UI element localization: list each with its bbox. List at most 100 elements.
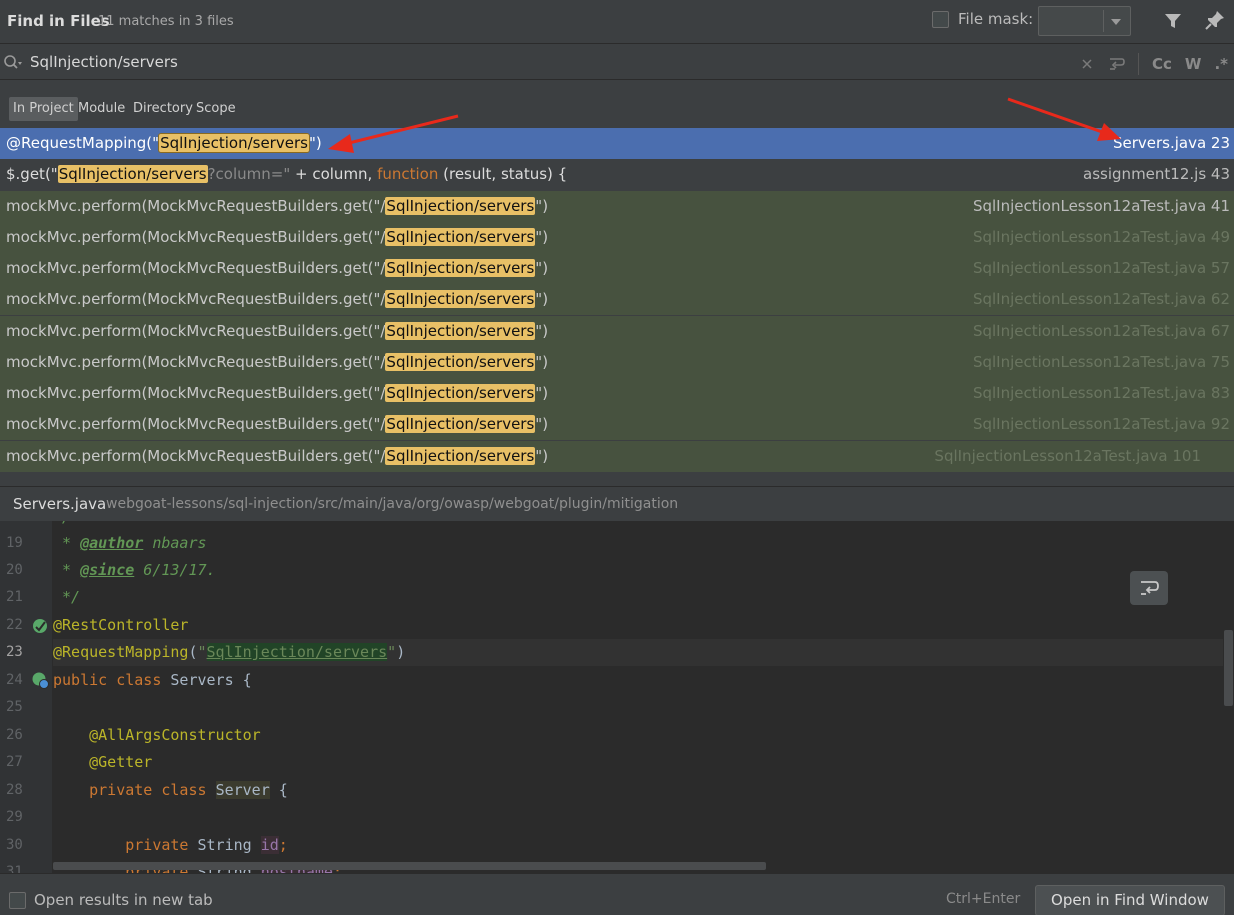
code-suffix: ") [535, 228, 549, 246]
result-file: SqlInjectionLesson12aTest.java 101 [934, 447, 1201, 465]
code-suffix: ") [535, 259, 549, 277]
regex-toggle[interactable]: .* [1214, 55, 1228, 73]
code-keyword: public class [53, 671, 171, 689]
match-highlight: SqlInjection/servers [385, 415, 536, 433]
line-number: 21 [6, 589, 23, 605]
code-line: * @author nbaars [53, 530, 1223, 557]
match-case-toggle[interactable]: Cc [1152, 55, 1172, 73]
code-prefix: mockMvc.perform(MockMvcRequestBuilders.g… [6, 384, 386, 402]
match-highlight: SqlInjection/servers [385, 228, 536, 246]
result-file: SqlInjectionLesson12aTest.java 57 [972, 259, 1230, 277]
doc-tag: @since [80, 561, 135, 579]
search-bar: SqlInjection/servers Cc W .* [0, 45, 1234, 80]
result-file: SqlInjectionLesson12aTest.java 49 [972, 228, 1230, 246]
chevron-down-icon[interactable] [1111, 19, 1121, 25]
code-suffix: ") [535, 290, 549, 308]
search-icon[interactable] [3, 54, 23, 72]
code-prefix: $.get(" [6, 165, 58, 183]
tab-scope[interactable]: Scope [196, 97, 236, 121]
horizontal-scrollbar[interactable] [53, 862, 766, 870]
result-row[interactable]: mockMvc.perform(MockMvcRequestBuilders.g… [0, 316, 1234, 347]
code-prefix: mockMvc.perform(MockMvcRequestBuilders.g… [6, 353, 386, 371]
line-number: 24 [6, 672, 23, 688]
code-line: @Getter [53, 749, 1223, 776]
scope-tabs: In Project Module Directory Scope [0, 81, 1234, 128]
soft-wrap-button[interactable] [1130, 571, 1168, 605]
tab-module[interactable]: Module [78, 97, 125, 121]
annotation: @AllArgsConstructor [53, 726, 261, 744]
code-preview[interactable]: 18 */ 19 * @author nbaars 20 * @since 6/… [0, 521, 1234, 873]
type-name: String [197, 836, 261, 854]
code-suffix: ") [308, 134, 322, 152]
toolbar-separator [1138, 53, 1139, 75]
field-name: id [260, 836, 279, 854]
open-in-find-window-button[interactable]: Open in Find Window [1035, 885, 1225, 915]
result-code: mockMvc.perform(MockMvcRequestBuilders.g… [6, 347, 548, 378]
code-string: " [387, 643, 397, 661]
code-line: @AllArgsConstructor [53, 722, 1223, 749]
code-prefix: mockMvc.perform(MockMvcRequestBuilders.g… [6, 322, 386, 340]
code-keyword: function [377, 165, 439, 183]
code-keyword: private class [53, 781, 216, 799]
code-line: private class Server { [53, 777, 1223, 804]
preview-file-path: webgoat-lessons/sql-injection/src/main/j… [106, 496, 679, 512]
result-row[interactable]: mockMvc.perform(MockMvcRequestBuilders.g… [0, 409, 1234, 440]
result-row[interactable]: mockMvc.perform(MockMvcRequestBuilders.g… [0, 347, 1234, 378]
result-row[interactable]: $.get("SqlInjection/servers?column=" + c… [0, 159, 1234, 190]
code-punct: ; [278, 836, 288, 854]
clear-icon[interactable] [1080, 57, 1094, 71]
open-new-tab-label[interactable]: Open results in new tab [34, 891, 213, 909]
multiline-icon[interactable] [1108, 56, 1126, 72]
result-file: SqlInjectionLesson12aTest.java 67 [972, 322, 1230, 340]
file-mask-toggle[interactable]: File mask: [932, 10, 1033, 28]
code-prefix: mockMvc.perform(MockMvcRequestBuilders.g… [6, 197, 386, 215]
code-punct: ) [396, 643, 406, 661]
tab-directory[interactable]: Directory [133, 97, 193, 121]
filter-icon[interactable] [1164, 12, 1182, 30]
result-row[interactable]: mockMvc.perform(MockMvcRequestBuilders.g… [0, 378, 1234, 409]
match-highlight: SqlInjection/servers [385, 353, 536, 371]
result-file: SqlInjectionLesson12aTest.java 75 [972, 353, 1230, 371]
soft-wrap-icon [1141, 581, 1159, 595]
shortcut-hint: Ctrl+Enter [946, 891, 1021, 907]
doc-comment: */ [53, 588, 81, 606]
file-mask-checkbox[interactable] [932, 10, 949, 28]
code-line: @RestController [53, 612, 1223, 639]
url-reference[interactable]: SqlInjection/servers [206, 643, 388, 661]
open-new-tab-checkbox[interactable] [9, 892, 26, 909]
code-prefix: mockMvc.perform(MockMvcRequestBuilders.g… [6, 259, 386, 277]
line-number: 31 [6, 864, 23, 873]
file-mask-label: File mask: [958, 10, 1034, 28]
spring-bean-icon[interactable] [31, 617, 50, 636]
result-row[interactable]: @RequestMapping("SqlInjection/servers") … [0, 128, 1234, 159]
whole-words-toggle[interactable]: W [1185, 55, 1202, 73]
pin-icon[interactable] [1204, 9, 1226, 31]
result-code: @RequestMapping("SqlInjection/servers") [6, 128, 322, 159]
doc-comment: * [53, 561, 81, 579]
results-list: @RequestMapping("SqlInjection/servers") … [0, 128, 1234, 486]
result-file: assignment12.js 43 [1083, 165, 1230, 183]
result-file: SqlInjectionLesson12aTest.java 92 [972, 415, 1230, 433]
search-input[interactable]: SqlInjection/servers [30, 53, 178, 71]
result-row[interactable]: mockMvc.perform(MockMvcRequestBuilders.g… [0, 253, 1234, 284]
code-string: ?column=" [207, 165, 291, 183]
match-highlight: SqlInjection/servers [385, 384, 536, 402]
tab-in-project[interactable]: In Project [9, 97, 78, 121]
preview-file-name: Servers.java [13, 495, 107, 513]
result-row[interactable]: mockMvc.perform(MockMvcRequestBuilders.g… [0, 191, 1234, 222]
result-row[interactable]: mockMvc.perform(MockMvcRequestBuilders.g… [0, 222, 1234, 253]
annotation: @Getter [53, 753, 153, 771]
code-suffix: ") [535, 197, 549, 215]
result-row[interactable]: mockMvc.perform(MockMvcRequestBuilders.g… [0, 441, 1234, 472]
code-plain: + column, [290, 165, 378, 183]
result-row[interactable]: mockMvc.perform(MockMvcRequestBuilders.g… [0, 284, 1234, 315]
code-suffix: ") [535, 384, 549, 402]
line-number: 19 [6, 535, 23, 551]
line-number: 27 [6, 754, 23, 770]
vertical-scrollbar[interactable] [1224, 630, 1233, 706]
line-number: 28 [6, 782, 23, 798]
result-file: SqlInjectionLesson12aTest.java 62 [972, 290, 1230, 308]
file-mask-dropdown[interactable] [1038, 6, 1131, 36]
spring-controller-icon[interactable] [31, 671, 50, 690]
